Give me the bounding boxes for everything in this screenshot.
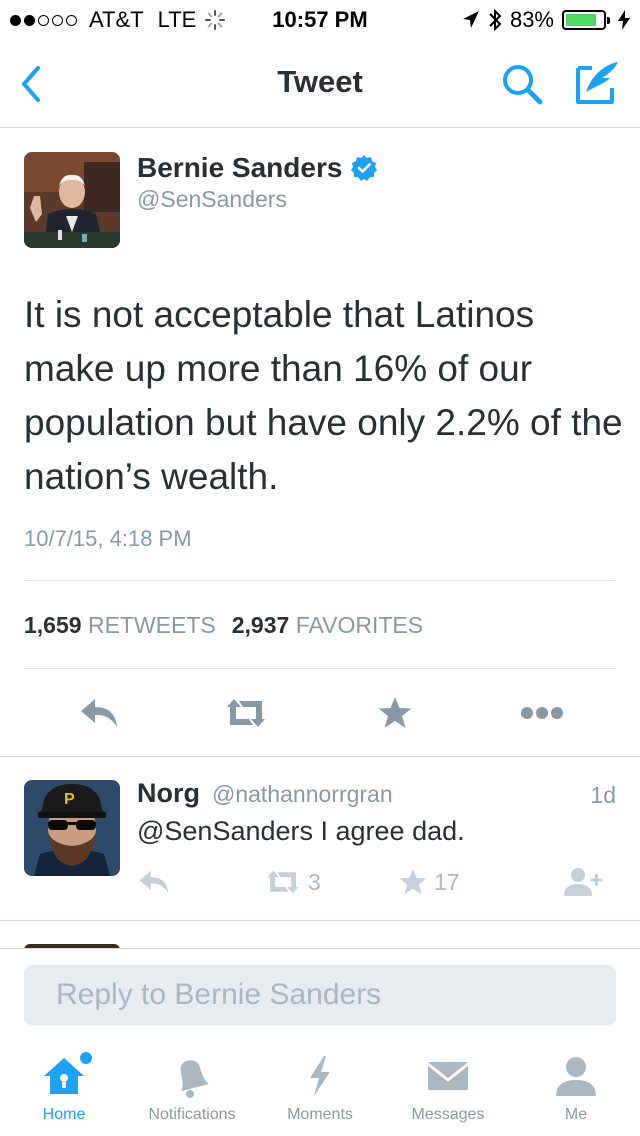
- retweet-icon: [227, 699, 265, 727]
- reply-icon: [139, 870, 169, 894]
- retweet-icon: [267, 870, 299, 894]
- reply-reply-button[interactable]: [138, 864, 170, 900]
- bell-icon: [168, 1052, 216, 1100]
- star-icon: [399, 868, 427, 895]
- reply-timestamp: 1d: [590, 782, 616, 808]
- reply-favorite-count: 17: [434, 868, 460, 895]
- favorite-button[interactable]: [372, 690, 418, 736]
- reply-author-name[interactable]: Norg: [137, 778, 200, 809]
- profile-icon: [552, 1052, 600, 1100]
- tab-moments[interactable]: Moments: [256, 1040, 384, 1136]
- reply-text: @SenSanders I agree dad.: [137, 816, 465, 846]
- divider: [0, 920, 640, 921]
- tab-label: Messages: [411, 1106, 485, 1123]
- tab-label: Moments: [287, 1106, 353, 1123]
- favorites-stat[interactable]: 2,937 FAVORITES: [232, 612, 423, 639]
- charging-bolt-icon: [618, 10, 630, 30]
- author-photo: [24, 152, 120, 248]
- battery-percent: 83%: [509, 7, 554, 32]
- favorite-count: 2,937: [231, 612, 290, 638]
- status-right: 83%: [462, 7, 630, 33]
- author-name-row: Bernie Sanders: [137, 152, 378, 184]
- divider: [0, 756, 640, 757]
- lightning-bolt-icon: [296, 1052, 344, 1100]
- new-content-dot: [80, 1052, 92, 1064]
- tweet-stats: 1,659 RETWEETS 2,937 FAVORITES: [24, 612, 423, 639]
- tab-label: Home: [42, 1106, 86, 1123]
- divider: [24, 668, 616, 669]
- reply-header: Norg @nathannorrgran: [137, 778, 393, 809]
- retweet-count: 1,659: [24, 612, 82, 638]
- reply-actions: 3 17: [0, 864, 640, 900]
- status-bar: AT&T LTE 10:57 PM 83%: [0, 0, 640, 40]
- reply-input[interactable]: Reply to Bernie Sanders: [24, 965, 616, 1025]
- tab-label: Notifications: [148, 1106, 236, 1123]
- tweet-timestamp: 10/7/15, 4:18 PM: [24, 526, 192, 551]
- more-options-button[interactable]: [518, 690, 566, 736]
- divider: [24, 580, 616, 581]
- envelope-icon: [424, 1052, 472, 1100]
- reply-icon: [81, 699, 117, 727]
- tweet-text: It is not acceptable that Latinos make u…: [24, 294, 623, 497]
- tab-home[interactable]: Home: [0, 1040, 128, 1136]
- follow-user-icon: [564, 868, 603, 896]
- reply-button[interactable]: [76, 690, 122, 736]
- search-icon[interactable]: [498, 60, 546, 108]
- verified-badge-icon: [351, 155, 378, 181]
- author-avatar[interactable]: [24, 152, 120, 248]
- follow-button[interactable]: [562, 864, 604, 900]
- retweet-label: RETWEETS: [87, 612, 216, 638]
- reply-retweet-button[interactable]: 3: [264, 864, 321, 900]
- bluetooth-icon: [489, 8, 502, 32]
- retweet-button[interactable]: [222, 690, 270, 736]
- reply-author-handle[interactable]: @nathannorrgran: [212, 781, 393, 808]
- author-name[interactable]: Bernie Sanders: [137, 152, 342, 184]
- star-icon: [378, 697, 412, 728]
- tab-bar: Home Notifications Moments Messages Me: [0, 1040, 640, 1136]
- favorite-label: FAVORITES: [295, 612, 424, 638]
- reply-avatar[interactable]: P: [24, 780, 120, 876]
- reply-favorite-button[interactable]: 17: [398, 864, 460, 900]
- tab-label: Me: [564, 1106, 588, 1123]
- tab-notifications[interactable]: Notifications: [128, 1040, 256, 1136]
- reply-composer: Reply to Bernie Sanders: [0, 948, 640, 1038]
- location-arrow-icon: [462, 11, 479, 28]
- battery-icon: [562, 10, 610, 30]
- more-dots-icon: [521, 707, 563, 719]
- tab-messages[interactable]: Messages: [384, 1040, 512, 1136]
- compose-icon[interactable]: [572, 58, 622, 108]
- svg-text:P: P: [64, 791, 75, 808]
- reply-retweet-count: 3: [308, 868, 321, 895]
- retweets-stat[interactable]: 1,659 RETWEETS: [24, 612, 216, 639]
- reply-photo: P: [24, 780, 120, 876]
- home-icon: [40, 1052, 92, 1100]
- battery-fill: [566, 14, 596, 26]
- author-handle[interactable]: @SenSanders: [137, 186, 287, 213]
- tweet-actions: [0, 690, 640, 736]
- navigation-bar: Tweet: [0, 40, 640, 128]
- tab-me[interactable]: Me: [512, 1040, 640, 1136]
